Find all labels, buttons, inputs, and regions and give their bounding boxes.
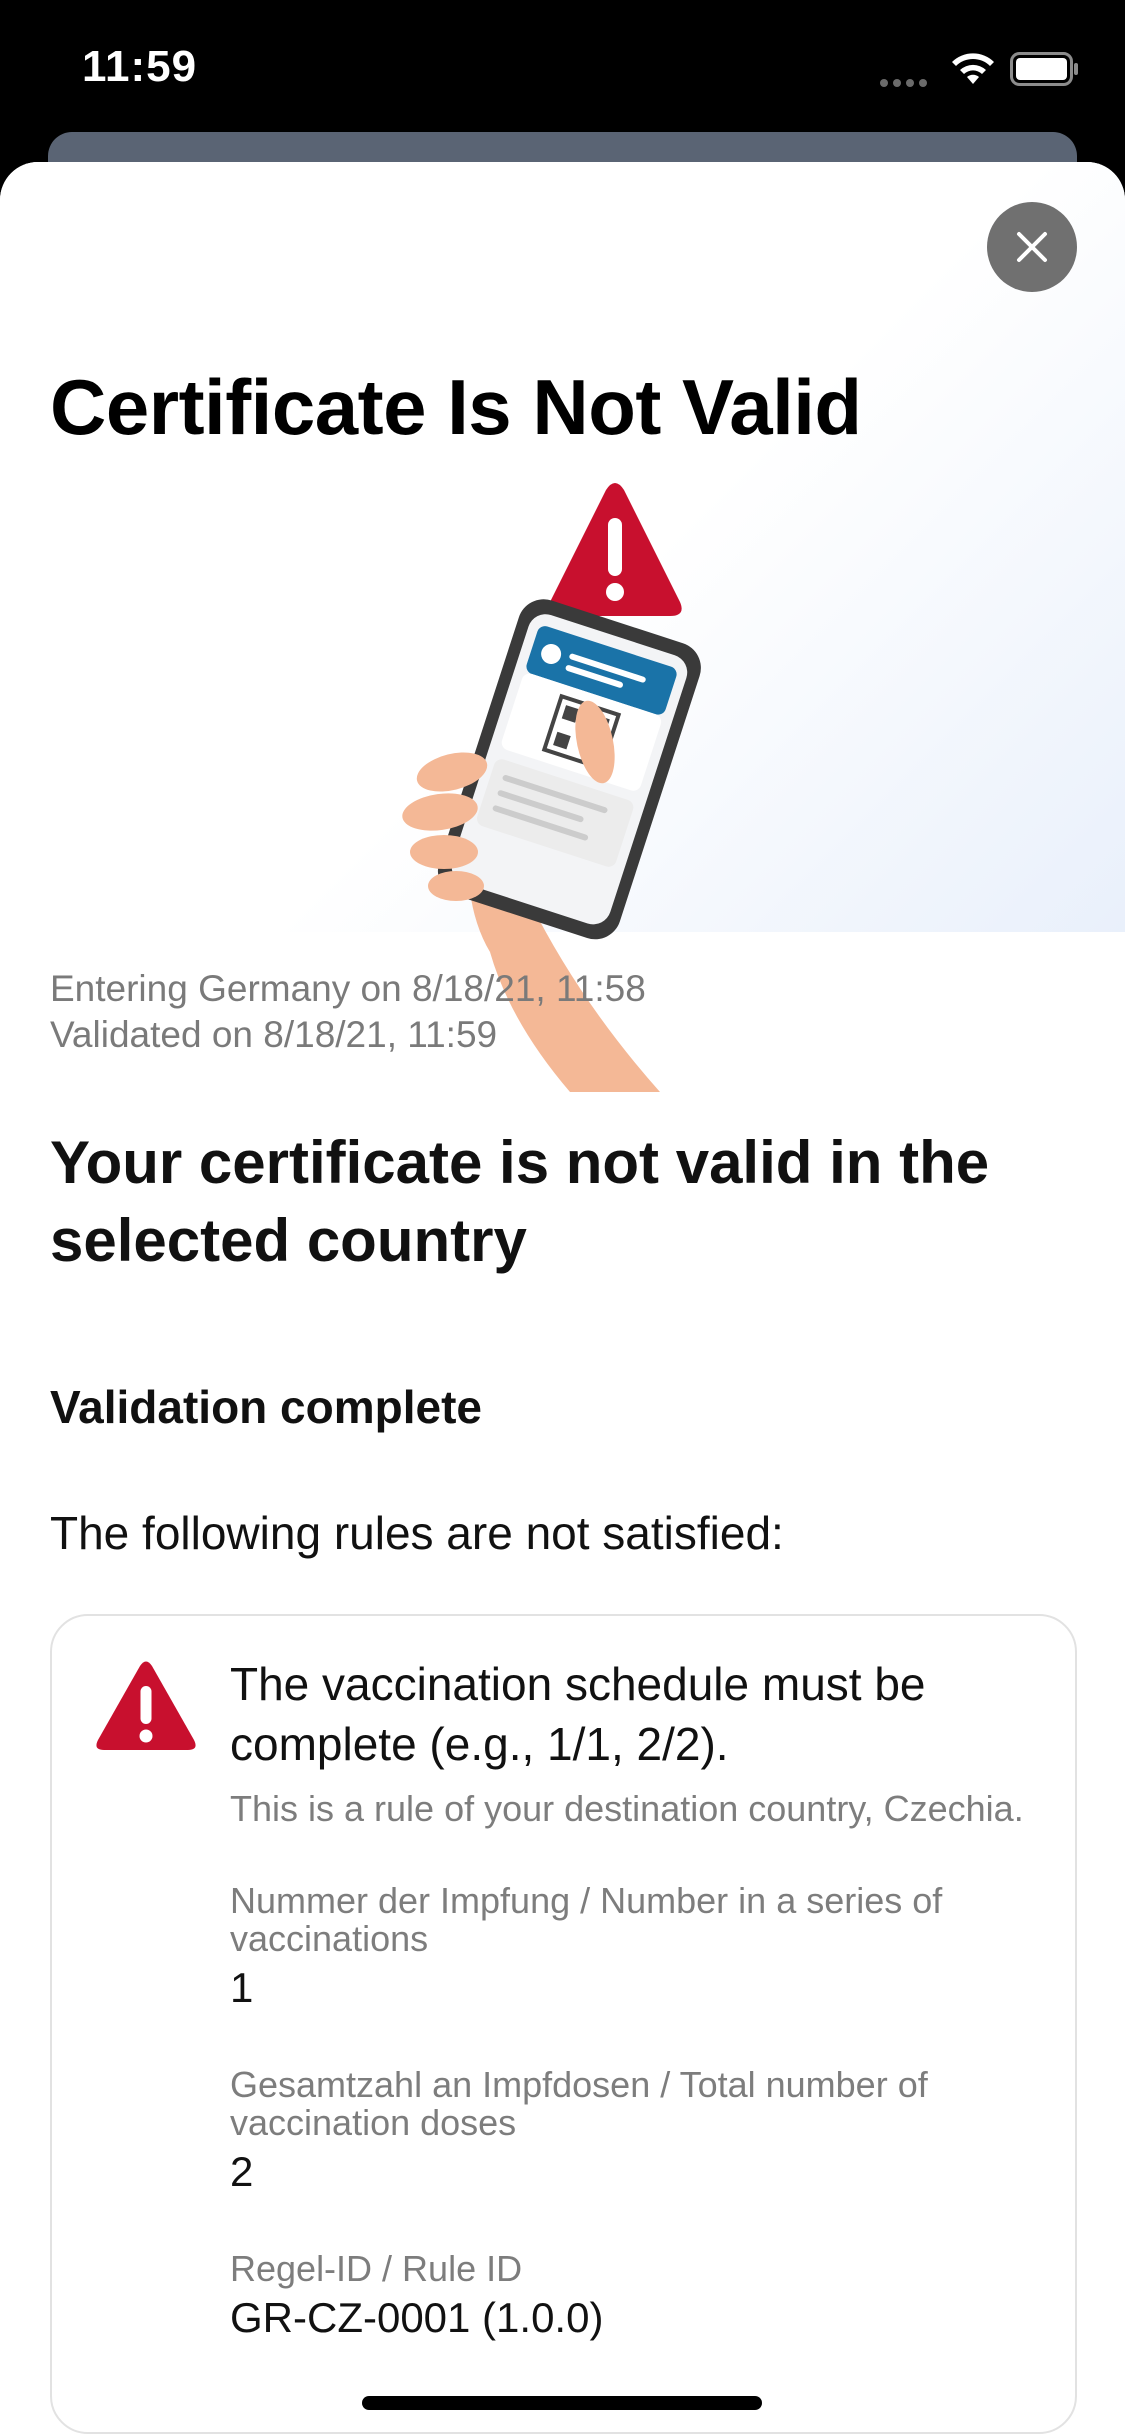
- rule-field: Nummer der Impfung / Number in a series …: [230, 1882, 1040, 2016]
- battery-icon: [1010, 52, 1078, 86]
- rule-source: This is a rule of your destination count…: [230, 1788, 1024, 1829]
- warning-icon: [96, 1661, 196, 1750]
- field-value: 1: [230, 1964, 254, 2011]
- signal-icon: [880, 74, 936, 87]
- rule-title: The vaccination schedule must be complet…: [230, 1658, 926, 1770]
- rules-intro: The following rules are not satisfied:: [50, 1507, 784, 1559]
- field-value: GR-CZ-0001 (1.0.0): [230, 2294, 604, 2341]
- result-headline: Your certificate is not valid in the sel…: [50, 1129, 990, 1274]
- field-value: 2: [230, 2148, 254, 2195]
- field-label: Gesamtzahl an Impfdosen / Total number o…: [230, 2064, 928, 2143]
- validated-info: Validated on 8/18/21, 11:59: [50, 1014, 498, 1055]
- rule-details: The vaccination schedule must be complet…: [230, 1654, 1040, 2346]
- entering-info: Entering Germany on 8/18/21, 11:58: [50, 968, 646, 1009]
- rule-field: Gesamtzahl an Impfdosen / Total number o…: [230, 2066, 1040, 2200]
- close-icon: [1017, 232, 1047, 262]
- wifi-icon: [952, 53, 994, 84]
- rule-field: Regel-ID / Rule ID GR-CZ-0001 (1.0.0): [230, 2250, 1040, 2346]
- certificate-result-sheet: Certificate Is Not Valid Entering German…: [0, 162, 1125, 2436]
- status-bar: 11:59: [0, 0, 1125, 140]
- validation-status: Validation complete: [50, 1381, 482, 1433]
- page-title: Certificate Is Not Valid: [50, 363, 862, 451]
- rule-card: The vaccination schedule must be complet…: [50, 1614, 1077, 2434]
- close-button[interactable]: [987, 202, 1077, 292]
- validation-meta: Entering Germany on 8/18/21, 11:58 Valid…: [50, 966, 646, 1058]
- home-indicator[interactable]: [362, 2396, 762, 2410]
- field-label: Regel-ID / Rule ID: [230, 2248, 523, 2289]
- field-label: Nummer der Impfung / Number in a series …: [230, 1880, 943, 1959]
- status-time: 11:59: [82, 42, 198, 91]
